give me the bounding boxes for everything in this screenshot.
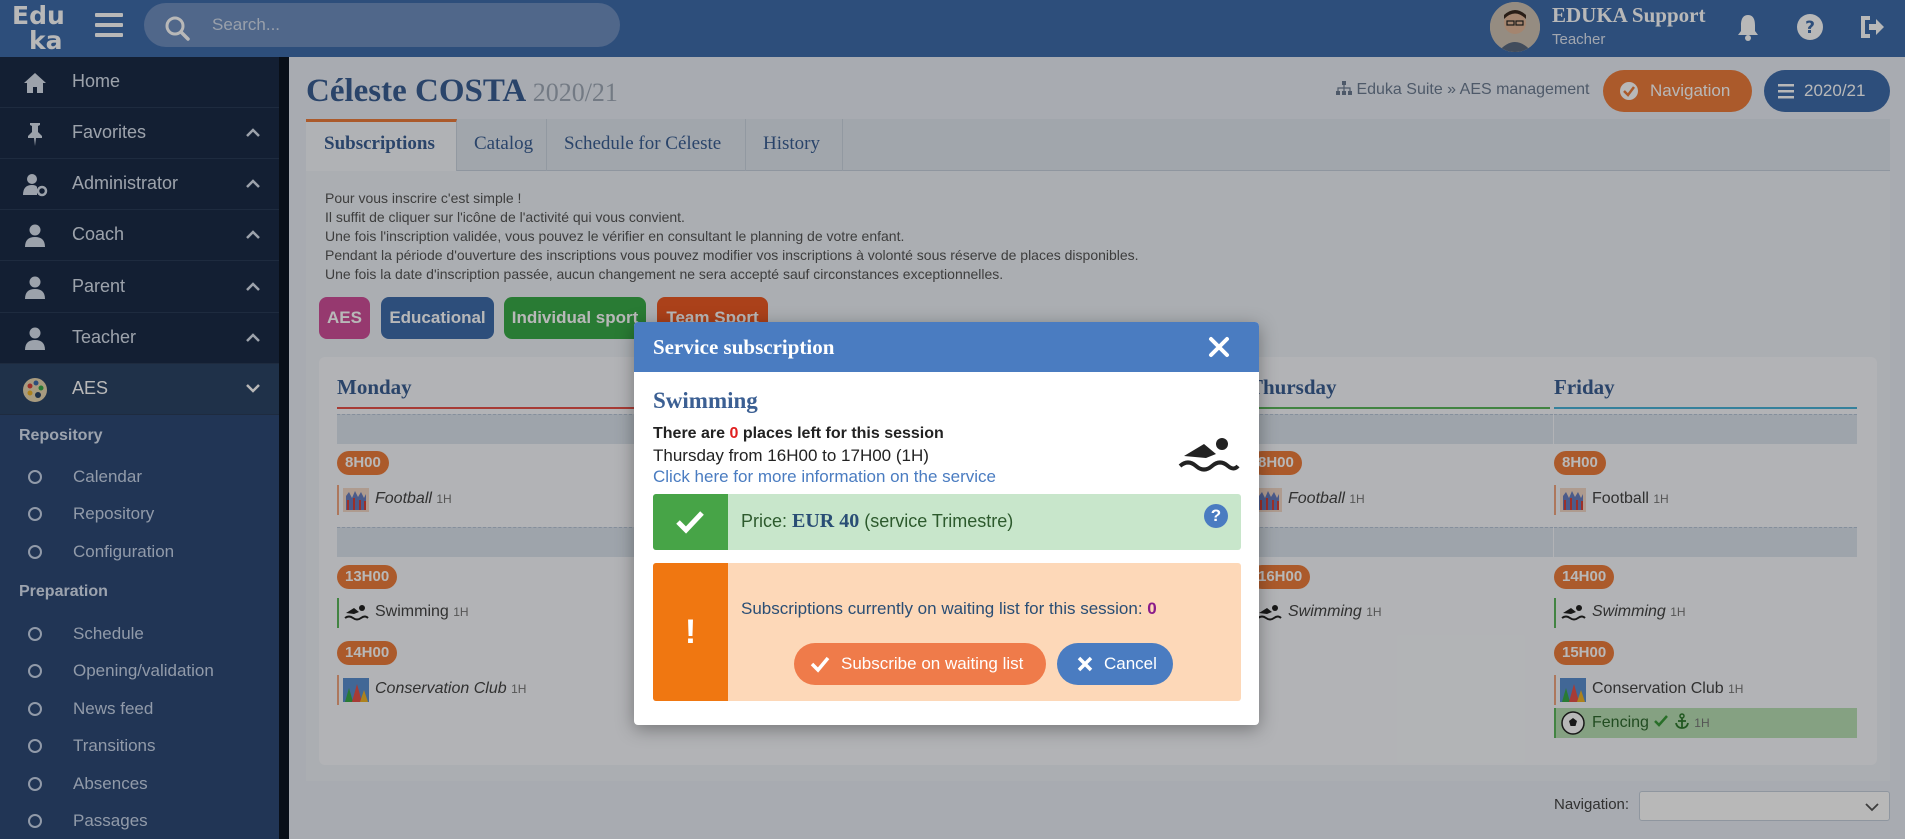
check-icon [810, 656, 830, 673]
subscribe-waiting-list-button[interactable]: Subscribe on waiting list [794, 643, 1046, 685]
cancel-button[interactable]: Cancel [1057, 643, 1173, 685]
price-status [653, 494, 728, 550]
session-time: Thursday from 16H00 to 17H00 (1H) [653, 446, 929, 465]
dialog-title: Service subscription [653, 335, 835, 359]
waiting-list-text: Subscriptions currently on waiting list … [741, 599, 1157, 618]
swimming-icon [1178, 438, 1240, 472]
waiting-list-panel: ! Subscriptions currently on waiting lis… [653, 563, 1241, 701]
subscription-dialog: Service subscription Swimming There are … [634, 322, 1259, 725]
more-info-link[interactable]: Click here for more information on the s… [653, 467, 996, 487]
question-icon[interactable]: ? [1204, 504, 1228, 528]
price-panel: Price: EUR 40 (service Trimestre) ? [653, 494, 1241, 550]
places-left: There are 0 places left for this session [653, 425, 944, 442]
exclamation-icon: ! [653, 563, 728, 701]
close-icon [1077, 656, 1093, 672]
service-name: Swimming [653, 388, 758, 413]
dialog-header: Service subscription [634, 322, 1259, 372]
price-text: Price: EUR 40 (service Trimestre) [741, 510, 1014, 532]
close-icon[interactable] [1206, 334, 1232, 360]
check-icon [676, 511, 704, 534]
